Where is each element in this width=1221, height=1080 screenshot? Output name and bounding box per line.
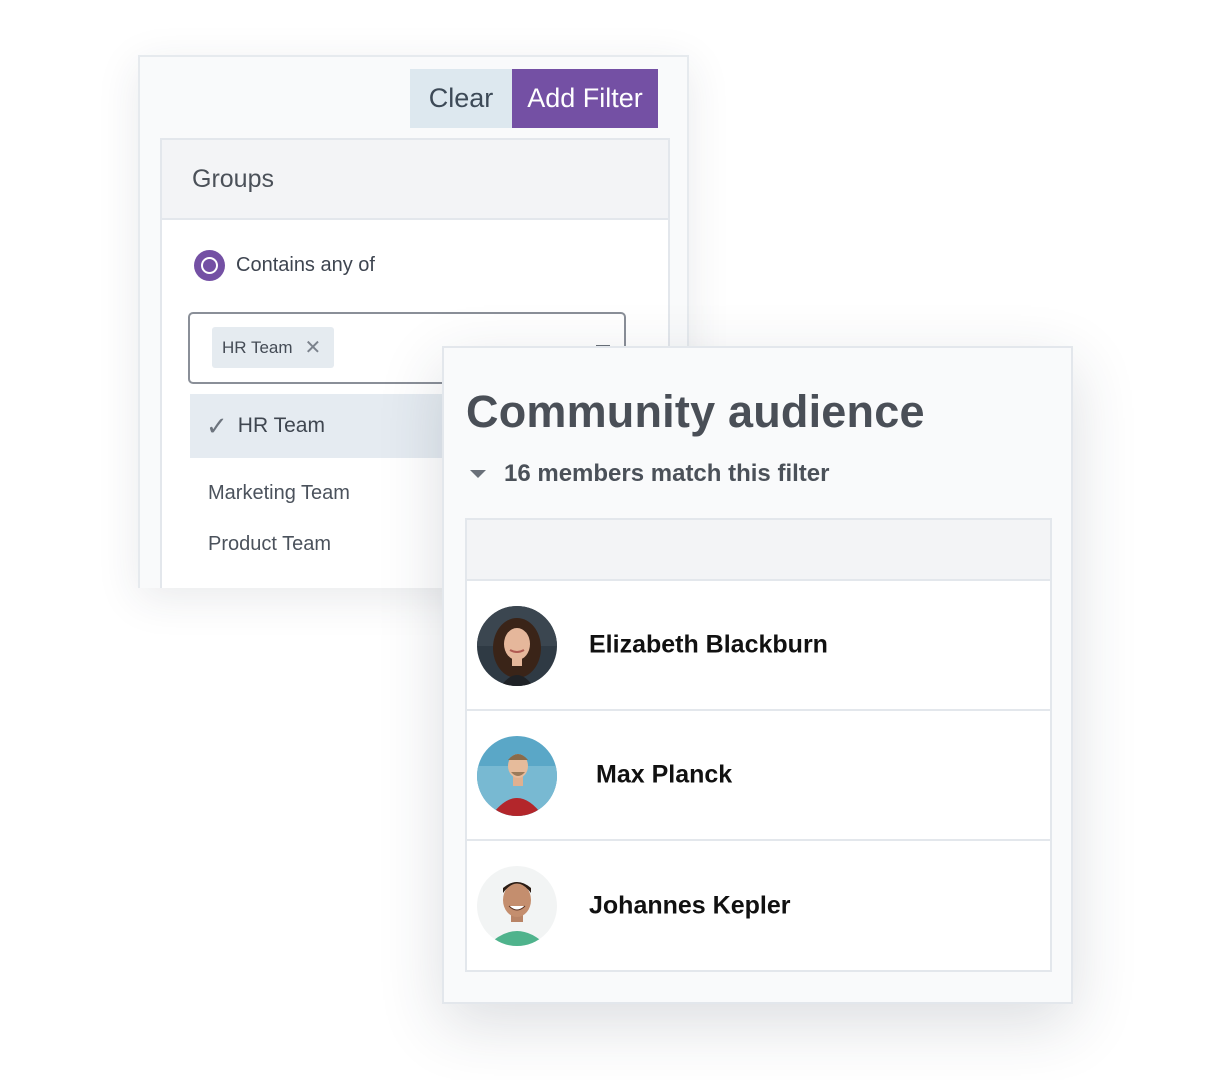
close-icon[interactable]: ✕ [305, 338, 322, 358]
panel-header: Groups [162, 140, 668, 220]
audience-card: Community audience 16 members match this… [442, 346, 1073, 1004]
table-row[interactable]: Elizabeth Blackburn [467, 581, 1050, 711]
add-filter-button[interactable]: Add Filter [512, 69, 658, 128]
option-label: HR Team [237, 414, 325, 437]
selected-chip: HR Team ✕ [212, 327, 334, 368]
radio-dot [201, 257, 218, 274]
table-header [467, 520, 1050, 581]
avatar [477, 736, 557, 816]
radio-button[interactable] [194, 250, 225, 281]
audience-title: Community audience [466, 386, 925, 437]
clear-button[interactable]: Clear [410, 69, 512, 128]
chip-label: HR Team [222, 337, 293, 357]
check-icon: ✓ [206, 411, 228, 441]
avatar [477, 866, 557, 946]
table-row[interactable]: Johannes Kepler [467, 841, 1050, 971]
table-row[interactable]: Max Planck [467, 711, 1050, 841]
member-name: Max Planck [596, 760, 733, 789]
avatar [477, 606, 557, 686]
members-table: Elizabeth Blackburn Max Planck Johannes … [465, 518, 1052, 972]
caret-down-icon[interactable] [470, 470, 486, 478]
condition-label: Contains any of [236, 254, 375, 276]
match-count: 16 members match this filter [504, 460, 830, 487]
condition-radio-row[interactable]: Contains any of [194, 250, 375, 281]
member-name: Johannes Kepler [589, 891, 791, 920]
option-label: Product Team [208, 532, 332, 555]
panel-title: Groups [192, 164, 274, 193]
member-name: Elizabeth Blackburn [589, 630, 828, 659]
option-label: Marketing Team [208, 481, 350, 504]
match-summary[interactable]: 16 members match this filter [470, 460, 829, 488]
